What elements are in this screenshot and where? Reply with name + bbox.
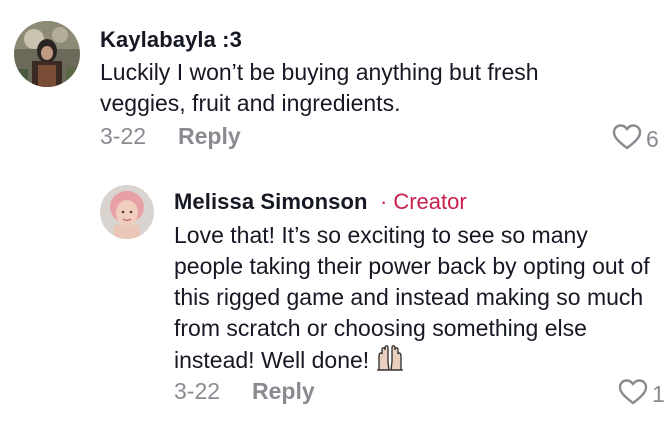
badge-separator: · [380, 189, 388, 214]
avatar[interactable] [100, 185, 154, 239]
comment-date: 3-22 [100, 123, 147, 149]
avatar[interactable] [14, 21, 80, 87]
like-count: 1 [652, 381, 665, 407]
like-button[interactable]: 6 [612, 123, 659, 156]
comment-author[interactable]: Kaylabayla :3 [100, 27, 242, 53]
like-count: 6 [646, 126, 659, 152]
heart-icon[interactable] [618, 378, 648, 411]
creator-badge: · Creator [380, 189, 467, 215]
comment-text-body: Love that! It’s so exciting to see so ma… [174, 222, 650, 373]
comment-author[interactable]: Melissa Simonson [174, 189, 368, 215]
raising-hands-icon [375, 344, 405, 380]
heart-icon[interactable] [612, 123, 642, 156]
reply-button[interactable]: Reply [178, 123, 241, 150]
comment-date: 3-22 [174, 378, 221, 404]
like-button[interactable]: 1 [618, 378, 665, 411]
creator-label: Creator [393, 189, 467, 214]
comment-item: Kaylabayla :3 Luckily I won’t be buying … [0, 0, 669, 170]
comment-text: Luckily I won’t be buying anything but f… [100, 59, 539, 116]
comment-text: Love that! It’s so exciting to see so ma… [174, 220, 659, 380]
reply-button[interactable]: Reply [252, 378, 315, 405]
